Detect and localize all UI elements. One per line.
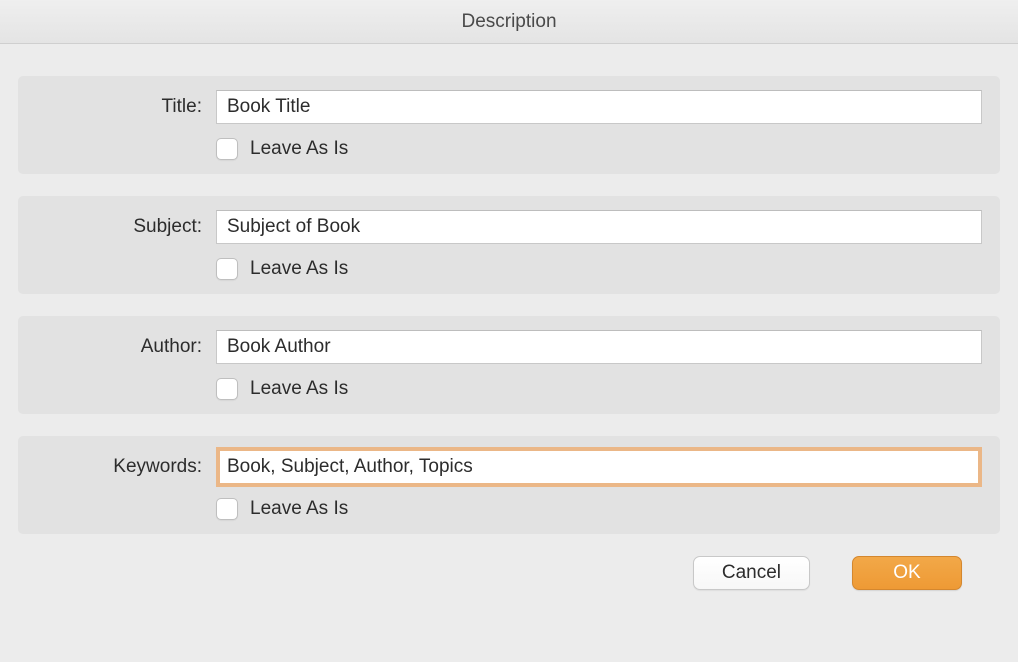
subject-leave-row: Leave As Is — [36, 254, 982, 280]
title-input[interactable] — [216, 90, 982, 124]
keywords-leave-label: Leave As Is — [250, 498, 348, 520]
author-input[interactable] — [216, 330, 982, 364]
author-leave-checkbox[interactable] — [216, 378, 238, 400]
ok-button[interactable]: OK — [852, 556, 962, 590]
title-leave-label: Leave As Is — [250, 138, 348, 160]
keywords-input[interactable] — [216, 447, 982, 487]
subject-group: Subject: Leave As Is — [18, 196, 1000, 294]
subject-label: Subject: — [36, 216, 216, 238]
keywords-leave-row: Leave As Is — [36, 494, 982, 520]
keywords-leave-checkbox[interactable] — [216, 498, 238, 520]
title-label: Title: — [36, 96, 216, 118]
keywords-group: Keywords: Leave As Is — [18, 436, 1000, 534]
keywords-label: Keywords: — [36, 456, 216, 478]
subject-leave-label: Leave As Is — [250, 258, 348, 280]
title-leave-row: Leave As Is — [36, 134, 982, 160]
author-leave-label: Leave As Is — [250, 378, 348, 400]
subject-row: Subject: — [36, 210, 982, 244]
keywords-row: Keywords: — [36, 450, 982, 484]
subject-leave-checkbox[interactable] — [216, 258, 238, 280]
author-group: Author: Leave As Is — [18, 316, 1000, 414]
author-row: Author: — [36, 330, 982, 364]
title-leave-checkbox[interactable] — [216, 138, 238, 160]
window-title: Description — [461, 11, 556, 33]
author-label: Author: — [36, 336, 216, 358]
title-row: Title: — [36, 90, 982, 124]
author-leave-row: Leave As Is — [36, 374, 982, 400]
cancel-button[interactable]: Cancel — [693, 556, 810, 590]
button-row: Cancel OK — [18, 556, 1000, 590]
dialog-content: Title: Leave As Is Subject: Leave As Is … — [0, 44, 1018, 610]
title-group: Title: Leave As Is — [18, 76, 1000, 174]
subject-input[interactable] — [216, 210, 982, 244]
titlebar: Description — [0, 0, 1018, 44]
